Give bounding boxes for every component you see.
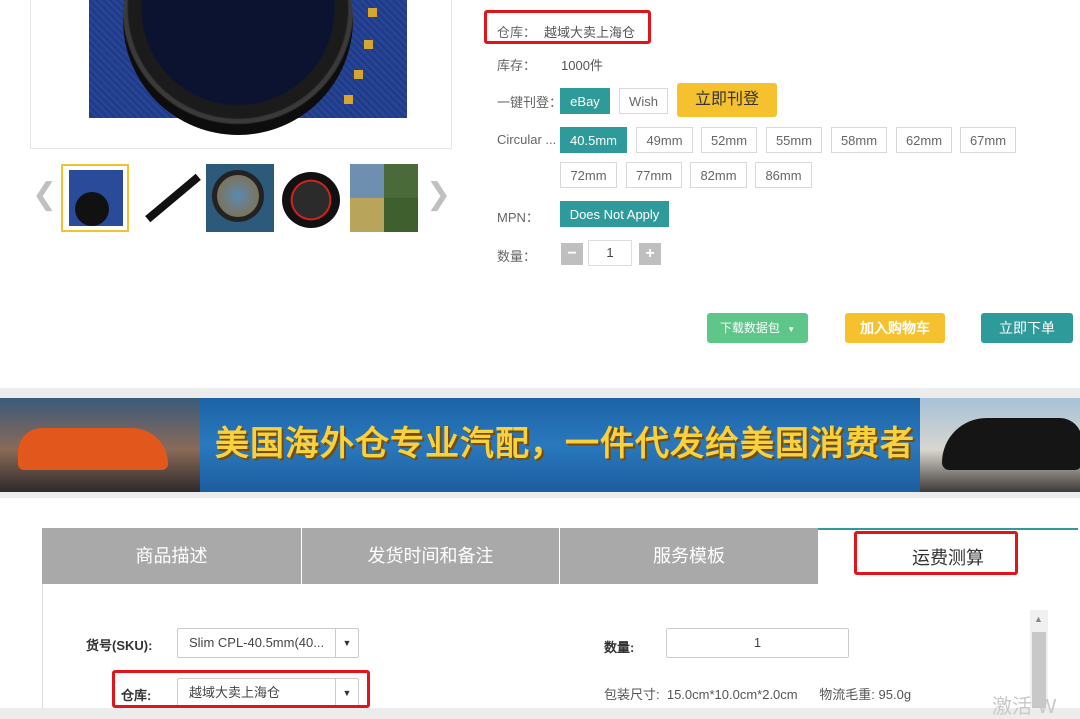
platform-wish-button[interactable]: Wish [619,88,668,114]
main-product-image[interactable] [30,0,452,149]
size-option[interactable]: 55mm [766,127,822,153]
size-option[interactable]: 49mm [636,127,693,153]
black-car-graphic [942,418,1080,470]
sku-select-value: Slim CPL-40.5mm(40... [189,635,325,650]
tab-service-template[interactable]: 服务模板 [560,528,818,584]
thumbnail-4[interactable] [278,164,346,232]
publish-label: 一键刊登： [497,95,563,110]
promo-banner[interactable]: 美国海外仓专业汽配，一件代发给美国消费者 [0,398,1080,492]
decor-square [364,40,373,49]
banner-left-image [0,398,200,492]
tab-shipping-time[interactable]: 发货时间和备注 [302,528,560,584]
watermark-text: 激活 W [992,696,1057,718]
gallery-prev-icon[interactable]: ❮ [32,180,57,210]
size-option[interactable]: 82mm [690,162,747,188]
scroll-up-icon[interactable]: ▲ [1034,614,1043,624]
orange-car-graphic [18,428,168,470]
highlight-box [484,10,651,44]
size-option[interactable]: 67mm [960,127,1016,153]
calc-qty-input[interactable]: 1 [666,628,849,658]
size-label: Circular ... [497,132,557,147]
tab-description[interactable]: 商品描述 [42,528,302,584]
order-now-button[interactable]: 立即下单 [981,313,1073,343]
sku-select[interactable]: Slim CPL-40.5mm(40... ▼ [177,628,359,658]
size-option[interactable]: 40.5mm [560,127,627,153]
size-option[interactable]: 77mm [626,162,682,188]
thumbnail-5[interactable] [350,164,418,232]
sku-label: 货号(SKU): [86,638,153,653]
highlight-box [112,670,370,708]
platform-ebay-button[interactable]: eBay [560,88,610,114]
decor-square [354,70,363,79]
size-option[interactable]: 58mm [831,127,887,153]
quantity-input[interactable]: 1 [588,240,632,266]
calc-qty-label: 数量: [604,640,635,655]
quantity-minus-button[interactable]: − [561,243,583,265]
thumbnail-gallery: ❮ ❯ [30,162,460,234]
stock-label: 库存： [497,58,537,73]
download-package-label: 下载数据包 [719,321,780,335]
decor-square [344,95,353,104]
quantity-label: 数量： [497,249,537,264]
caret-down-icon: ▼ [335,629,358,657]
package-info: 包装尺寸: 15.0cm*10.0cm*2.0cm 物流毛重: 95.0g [604,687,912,702]
thumbnail-3[interactable] [206,164,274,232]
gallery-next-icon[interactable]: ❯ [426,180,451,210]
decor-square [368,8,377,17]
stock-value: 1000件 [561,58,603,73]
thumbnail-2[interactable] [134,164,202,232]
mpn-label: MPN： [497,210,539,225]
size-option[interactable]: 86mm [755,162,812,188]
banner-right-image [920,398,1080,492]
banner-text: 美国海外仓专业汽配，一件代发给美国消费者 [215,424,915,464]
caret-down-icon: ▼ [787,325,796,334]
thumbnail-1[interactable] [61,164,129,232]
quantity-plus-button[interactable]: + [639,243,661,265]
size-option[interactable]: 52mm [701,127,757,153]
download-package-button[interactable]: 下载数据包 ▼ [707,313,808,343]
size-option[interactable]: 72mm [560,162,617,188]
mpn-value: Does Not Apply [560,201,669,227]
highlight-box [854,531,1018,575]
add-to-cart-button[interactable]: 加入购物车 [845,313,945,343]
size-option[interactable]: 62mm [896,127,952,153]
publish-now-button[interactable]: 立即刊登 [677,83,777,117]
